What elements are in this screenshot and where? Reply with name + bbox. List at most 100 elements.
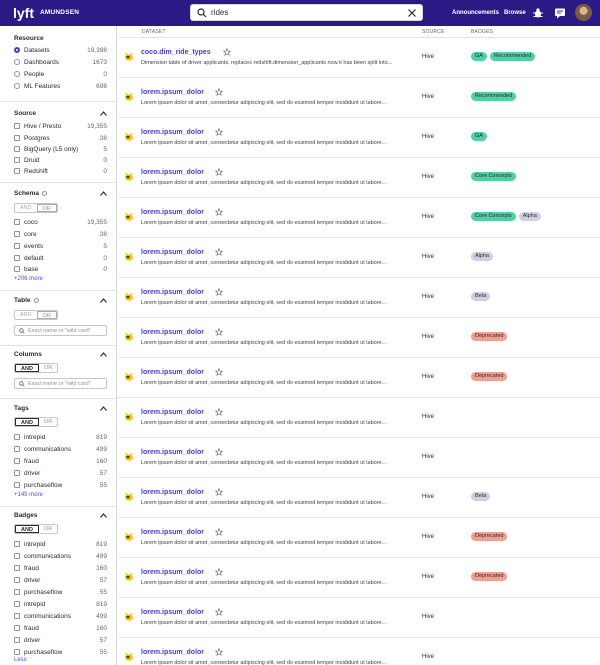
and-option[interactable]: AND xyxy=(15,311,37,319)
nav-browse[interactable]: Browse xyxy=(504,10,526,16)
search-input[interactable]: rides xyxy=(211,8,228,17)
schema-option[interactable]: coco 19,355 xyxy=(14,217,107,227)
radio-button[interactable] xyxy=(14,83,20,89)
checkbox[interactable] xyxy=(14,219,20,225)
or-option[interactable]: OR xyxy=(39,364,57,372)
badge-pill[interactable]: Alpha xyxy=(471,252,494,261)
source-option[interactable]: Hive / Presto 19,355 xyxy=(14,121,107,131)
or-option[interactable]: OR xyxy=(36,204,57,212)
badge-pill[interactable]: Recommended xyxy=(471,92,517,101)
tag-option[interactable]: communications 499 xyxy=(14,444,107,454)
badge-pill[interactable]: Deprecated xyxy=(471,532,508,541)
checkbox[interactable] xyxy=(14,541,20,547)
badge-option[interactable]: communications 499 xyxy=(14,551,107,561)
badge-pill[interactable]: Recommended xyxy=(489,52,536,61)
table-row[interactable]: lorem.ipsum_dolor Lorem ipsum dolor sit a… xyxy=(118,438,600,478)
dataset-name-link[interactable]: lorem.ipsum_dolor xyxy=(141,489,204,496)
table-row[interactable]: lorem.ipsum_dolor Lorem ipsum dolor sit a… xyxy=(118,598,600,638)
table-row[interactable]: lorem.ipsum_dolor Lorem ipsum dolor sit a… xyxy=(118,78,600,118)
table-row[interactable]: lorem.ipsum_dolor Lorem ipsum dolor sit a… xyxy=(118,638,600,665)
feedback-icon[interactable] xyxy=(554,7,566,19)
source-option[interactable]: Postgres 38 xyxy=(14,133,107,143)
and-option[interactable]: AND xyxy=(15,204,37,212)
badge-option[interactable]: purchaseflow 55 xyxy=(14,587,107,597)
checkbox[interactable] xyxy=(14,231,20,237)
checkbox[interactable] xyxy=(14,168,20,174)
table-row[interactable]: coco.dim_ride_types Dimension table of dr… xyxy=(118,38,600,78)
badge-option[interactable]: driver 57 xyxy=(14,635,107,645)
chevron-up-icon[interactable] xyxy=(100,298,107,303)
bookmark-star-icon[interactable] xyxy=(215,208,223,216)
info-icon[interactable] xyxy=(41,190,47,196)
bookmark-star-icon[interactable] xyxy=(215,408,223,416)
badge-option[interactable]: communications 499 xyxy=(14,611,107,621)
lyft-logo-icon[interactable]: lyft xyxy=(13,5,35,21)
and-option[interactable]: AND xyxy=(15,418,39,426)
schema-show-more-link[interactable]: +206 more xyxy=(14,276,43,282)
table-row[interactable]: lorem.ipsum_dolor Lorem ipsum dolor sit a… xyxy=(118,158,600,198)
checkbox[interactable] xyxy=(14,553,20,559)
radio-button[interactable] xyxy=(14,71,20,77)
dataset-name-link[interactable]: lorem.ipsum_dolor xyxy=(141,449,204,456)
table-row[interactable]: lorem.ipsum_dolor Lorem ipsum dolor sit a… xyxy=(118,278,600,318)
chevron-up-icon[interactable] xyxy=(100,191,107,196)
bookmark-star-icon[interactable] xyxy=(215,288,223,296)
dataset-name-link[interactable]: lorem.ipsum_dolor xyxy=(141,529,204,536)
checkbox[interactable] xyxy=(14,637,20,643)
checkbox[interactable] xyxy=(14,458,20,464)
info-icon[interactable] xyxy=(33,297,39,303)
badge-option[interactable]: fraud 160 xyxy=(14,563,107,573)
bug-report-icon[interactable] xyxy=(532,7,544,19)
badges-show-less-link[interactable]: Less xyxy=(14,657,27,663)
badge-pill[interactable]: Beta xyxy=(471,292,491,301)
bookmark-star-icon[interactable] xyxy=(215,648,223,656)
checkbox[interactable] xyxy=(14,434,20,440)
schema-option[interactable]: default 0 xyxy=(14,253,107,263)
brand-name[interactable]: AMUNDSEN xyxy=(40,9,79,16)
table-row[interactable]: lorem.ipsum_dolor Lorem ipsum dolor sit a… xyxy=(118,118,600,158)
or-option[interactable]: OR xyxy=(36,311,57,319)
checkbox[interactable] xyxy=(14,255,20,261)
dataset-name-link[interactable]: lorem.ipsum_dolor xyxy=(141,129,204,136)
chevron-up-icon[interactable] xyxy=(100,513,107,518)
schema-option[interactable]: base 0 xyxy=(14,264,107,274)
dataset-name-link[interactable]: lorem.ipsum_dolor xyxy=(141,249,204,256)
table-row[interactable]: lorem.ipsum_dolor Lorem ipsum dolor sit a… xyxy=(118,478,600,518)
bookmark-star-icon[interactable] xyxy=(215,608,223,616)
resource-option-ml-features[interactable]: ML Features 698 xyxy=(14,81,107,91)
bookmark-star-icon[interactable] xyxy=(215,488,223,496)
source-option[interactable]: Druid 0 xyxy=(14,155,107,165)
bookmark-star-icon[interactable] xyxy=(223,48,231,56)
and-option[interactable]: AND xyxy=(15,525,39,533)
tag-option[interactable]: fraud 160 xyxy=(14,456,107,466)
table-and-or-toggle[interactable]: AND OR xyxy=(14,310,58,320)
table-row[interactable]: lorem.ipsum_dolor Lorem ipsum dolor sit a… xyxy=(118,358,600,398)
dataset-name-link[interactable]: lorem.ipsum_dolor xyxy=(141,369,204,376)
badge-option[interactable]: intrepid 819 xyxy=(14,599,107,609)
checkbox[interactable] xyxy=(14,266,20,272)
badge-pill[interactable]: Core Concepts xyxy=(471,212,516,221)
badge-pill[interactable]: GA xyxy=(471,52,487,61)
chevron-up-icon[interactable] xyxy=(100,352,107,357)
checkbox[interactable] xyxy=(14,243,20,249)
checkbox[interactable] xyxy=(14,157,20,163)
checkbox[interactable] xyxy=(14,123,20,129)
badge-pill[interactable]: Beta xyxy=(471,492,491,501)
and-option[interactable]: AND xyxy=(15,364,39,372)
bookmark-star-icon[interactable] xyxy=(215,88,223,96)
badge-option[interactable]: fraud 160 xyxy=(14,623,107,633)
checkbox[interactable] xyxy=(14,577,20,583)
tags-show-more-link[interactable]: +145 more xyxy=(14,492,43,498)
dataset-name-link[interactable]: coco.dim_ride_types xyxy=(141,49,211,56)
resource-option-people[interactable]: People 0 xyxy=(14,69,107,79)
user-avatar[interactable] xyxy=(575,4,592,21)
badge-option[interactable]: intrepid 819 xyxy=(14,539,107,549)
chevron-up-icon[interactable] xyxy=(100,406,107,411)
column-name-input[interactable]: Exact name or "wild card" xyxy=(14,378,107,389)
checkbox[interactable] xyxy=(14,446,20,452)
bookmark-star-icon[interactable] xyxy=(215,528,223,536)
dataset-name-link[interactable]: lorem.ipsum_dolor xyxy=(141,89,204,96)
tags-and-or-toggle[interactable]: AND OR xyxy=(14,417,59,427)
checkbox[interactable] xyxy=(14,625,20,631)
checkbox[interactable] xyxy=(14,482,20,488)
